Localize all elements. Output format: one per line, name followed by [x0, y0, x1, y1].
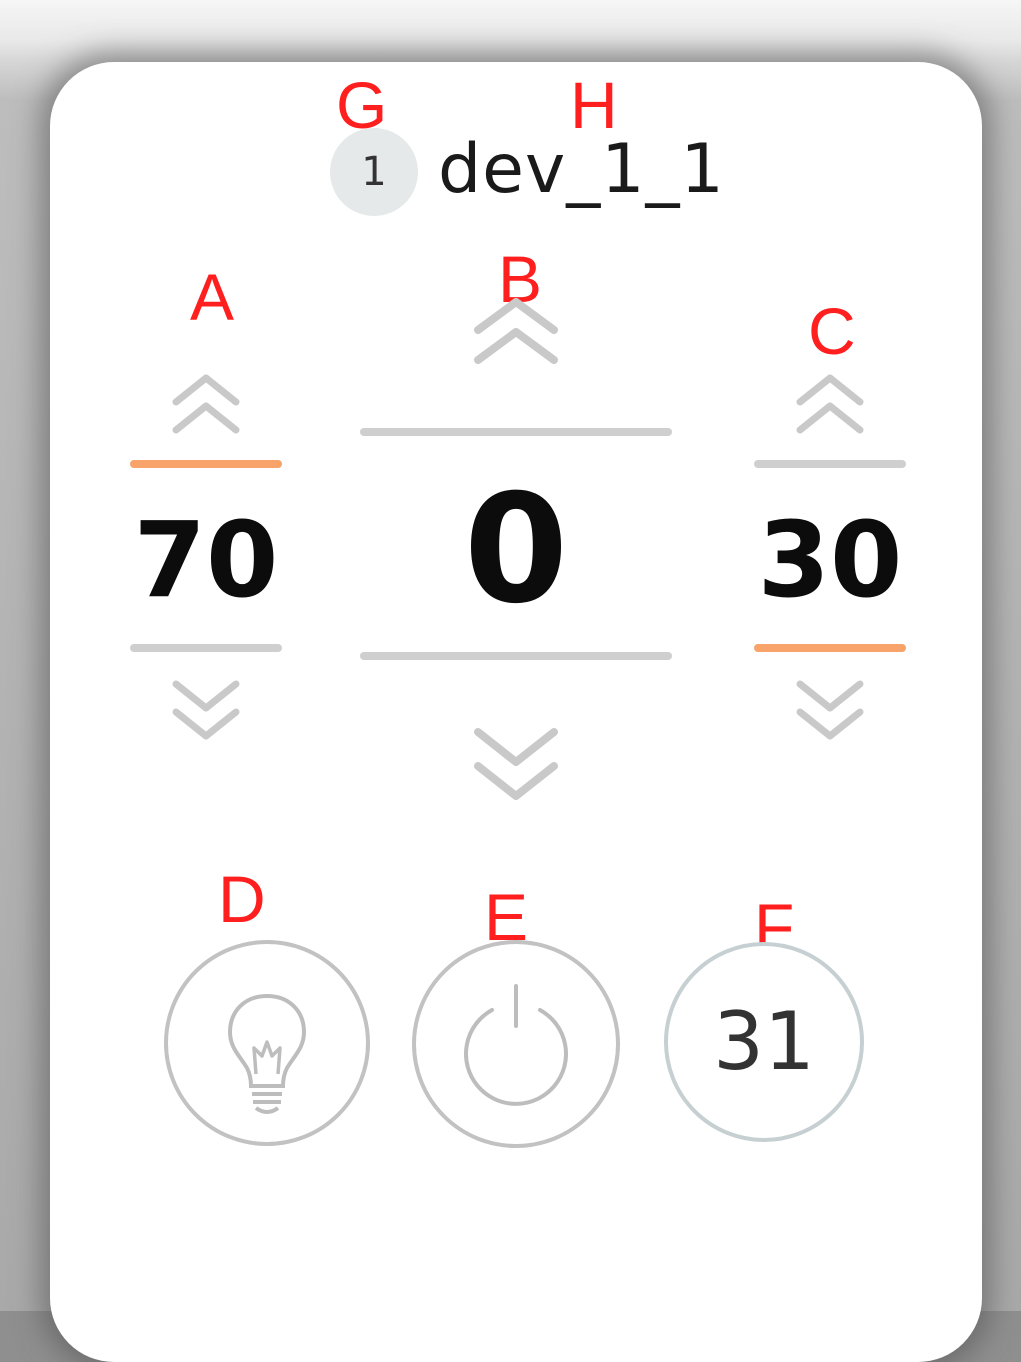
device-name: dev_1_1	[438, 130, 725, 209]
right-bottom-divider	[754, 644, 906, 652]
annotation-c: C	[808, 294, 856, 368]
left-bottom-divider	[130, 644, 282, 652]
lightbulb-icon	[227, 993, 307, 1114]
center-top-divider	[360, 428, 672, 436]
center-value: 0	[463, 463, 569, 637]
light-button[interactable]	[164, 940, 370, 1146]
left-value: 70	[133, 499, 279, 621]
left-top-divider	[130, 460, 282, 468]
center-decrease-arrow-icon[interactable]	[472, 724, 560, 808]
left-decrease-arrow-icon[interactable]	[170, 676, 242, 742]
right-top-divider	[754, 460, 906, 468]
center-increase-arrow-icon[interactable]	[472, 296, 560, 368]
right-value: 30	[757, 499, 903, 621]
left-increase-arrow-icon[interactable]	[170, 372, 242, 438]
power-button[interactable]	[412, 940, 620, 1148]
device-index-badge: 1	[330, 128, 418, 216]
device-header: 1 dev_1_1	[330, 128, 730, 216]
timer-button[interactable]: 31	[664, 942, 864, 1142]
timer-value: 31	[713, 995, 815, 1088]
center-bottom-divider	[360, 652, 672, 660]
right-decrease-arrow-icon[interactable]	[794, 676, 866, 742]
right-increase-arrow-icon[interactable]	[794, 372, 866, 438]
power-icon	[464, 984, 568, 1106]
annotation-d: D	[218, 862, 266, 936]
annotation-a: A	[190, 260, 235, 334]
